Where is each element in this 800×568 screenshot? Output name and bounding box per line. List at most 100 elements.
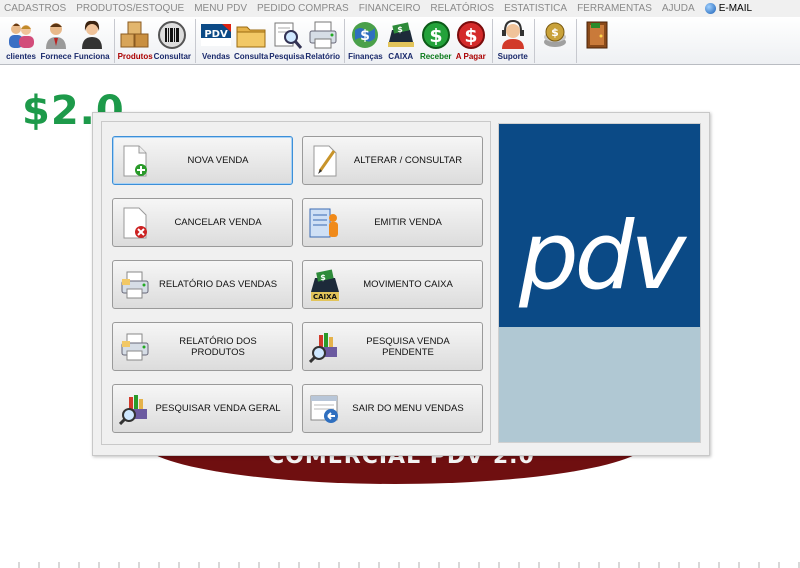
printer-icon: [118, 327, 152, 367]
menu-email[interactable]: E-MAIL: [704, 3, 753, 14]
toolbar-suporte-button[interactable]: Suporte: [496, 17, 530, 65]
toolbar-vendas-label: Vendas: [202, 52, 231, 61]
menu-email-label: E-MAIL: [718, 3, 753, 14]
printer-icon: [306, 19, 340, 51]
support-icon: [496, 19, 530, 51]
toolbar-pesquisa-label: Pesquisa: [269, 52, 305, 61]
coins-icon: $: [538, 19, 572, 51]
toolbar-suporte-label: Suporte: [497, 52, 528, 61]
menu-cadastros[interactable]: CADASTROS: [4, 3, 66, 14]
toolbar-separator: [575, 19, 577, 63]
pdv-logo: pdv: [498, 123, 701, 443]
search-items-icon: [118, 389, 152, 429]
toolbar-financas-label: Finanças: [348, 52, 383, 61]
edit-document-icon: [308, 141, 342, 181]
caixa-icon-label: CAIXA: [313, 293, 338, 301]
toolbar-relatorio-button[interactable]: Relatório: [305, 17, 340, 65]
toolbar-caixa-button[interactable]: $ CAIXA: [384, 17, 418, 65]
toolbar-exit-button[interactable]: [580, 17, 614, 65]
globe-icon: [704, 3, 716, 14]
alterar-consultar-button[interactable]: ALTERAR / CONSULTAR: [302, 136, 483, 185]
toolbar-consulta-button[interactable]: Consulta: [234, 17, 268, 65]
pdv-menu-dialog: NOVA VENDA ALTERAR / CONSULTAR CANCELAR …: [92, 112, 710, 456]
relatorio-produtos-label: RELATÓRIO DOS PRODUTOS: [179, 335, 257, 358]
toolbar-coins-button[interactable]: $: [538, 17, 572, 65]
toolbar-separator: [113, 19, 115, 63]
menu-ferramentas[interactable]: FERRAMENTAS: [577, 3, 652, 14]
toolbar-financas-button[interactable]: $ Finanças: [348, 17, 383, 65]
employee-icon: [75, 19, 109, 51]
cancel-document-icon: [118, 203, 152, 243]
cash-register-icon: $: [384, 19, 418, 51]
toolbar-consultar-label: Consultar: [153, 52, 192, 61]
toolbar-consulta-label: Consulta: [234, 52, 269, 61]
svg-text:$: $: [361, 28, 371, 44]
relatorio-vendas-button[interactable]: RELATÓRIO DAS VENDAS: [112, 260, 293, 309]
pdv-logo-text: pdv: [519, 202, 686, 311]
barcode-icon: [155, 19, 189, 51]
issue-sale-icon: [308, 203, 342, 243]
pesquisa-pendente-button[interactable]: PESQUISA VENDA PENDENTE: [302, 322, 483, 371]
toolbar-fornece-button[interactable]: Fornece: [39, 17, 73, 65]
search-items-icon: [308, 327, 342, 367]
pesquisar-geral-button[interactable]: PESQUISAR VENDA GERAL: [112, 384, 293, 433]
toolbar-separator: [533, 19, 535, 63]
pesquisar-geral-label: PESQUISAR VENDA GERAL: [155, 403, 281, 414]
menu-relatorios[interactable]: RELATÓRIOS: [430, 3, 494, 14]
menu-financeiro[interactable]: FINANCEIRO: [359, 3, 421, 14]
toolbar-apagar-label: A Pagar: [455, 52, 486, 61]
menu-ajuda[interactable]: AJUDA: [662, 3, 695, 14]
toolbar-pesquisa-button[interactable]: Pesquisa: [269, 17, 304, 65]
toolbar-clientes-label: clientes: [6, 52, 36, 61]
toolbar-receber-label: Receber: [419, 52, 452, 61]
toolbar-consultar-button[interactable]: Consultar: [154, 17, 191, 65]
exit-door-icon: [580, 19, 614, 51]
menu-bar: CADASTROS PRODUTOS/ESTOQUE MENU PDV PEDI…: [0, 0, 800, 17]
supplier-icon: [39, 19, 73, 51]
toolbar-separator: [491, 19, 493, 63]
movimento-caixa-button[interactable]: $ CAIXA MOVIMENTO CAIXA: [302, 260, 483, 309]
toolbar-relatorio-label: Relatório: [305, 52, 341, 61]
nova-venda-button[interactable]: NOVA VENDA: [112, 136, 293, 185]
app-window: CADASTROS PRODUTOS/ESTOQUE MENU PDV PEDI…: [0, 0, 800, 568]
menu-pdv[interactable]: MENU PDV: [194, 3, 247, 14]
magnifier-icon: [270, 19, 304, 51]
exit-list-icon: [308, 389, 342, 429]
folder-icon: [234, 19, 268, 51]
toolbar-funciona-button[interactable]: Funciona: [74, 17, 110, 65]
emitir-venda-button[interactable]: EMITIR VENDA: [302, 198, 483, 247]
pesquisa-pendente-label: PESQUISA VENDA PENDENTE: [366, 335, 450, 358]
toolbar-caixa-label: CAIXA: [388, 52, 414, 61]
toolbar-fornece-label: Fornece: [40, 52, 72, 61]
clients-icon: [4, 19, 38, 51]
menu-estatistica[interactable]: ESTATISTICA: [504, 3, 567, 14]
cancelar-venda-label: CANCELAR VENDA: [174, 217, 262, 228]
cancelar-venda-button[interactable]: CANCELAR VENDA: [112, 198, 293, 247]
cash-register-icon: $ CAIXA: [308, 265, 342, 305]
menu-produtos-estoque[interactable]: PRODUTOS/ESTOQUE: [76, 3, 184, 14]
toolbar-clientes-button[interactable]: clientes: [4, 17, 38, 65]
pdv-logo-bottom: [499, 327, 700, 442]
toolbar-vendas-button[interactable]: PDV Vendas: [199, 17, 233, 65]
toolbar-produtos-button[interactable]: Produtos: [118, 17, 153, 65]
toolbar-apagar-button[interactable]: $ A Pagar: [454, 17, 488, 65]
sair-menu-button[interactable]: SAIR DO MENU VENDAS: [302, 384, 483, 433]
toolbar-receber-button[interactable]: $ Receber: [419, 17, 453, 65]
nova-venda-label: NOVA VENDA: [187, 155, 249, 166]
toolbar-produtos-label: Produtos: [117, 52, 153, 61]
pdv-icon: PDV: [199, 19, 233, 51]
menu-pedido-compras[interactable]: PEDIDO COMPRAS: [257, 3, 349, 14]
dollar-green-icon: $: [419, 19, 453, 51]
movimento-caixa-label: MOVIMENTO CAIXA: [363, 279, 453, 290]
pdv-button-panel: NOVA VENDA ALTERAR / CONSULTAR CANCELAR …: [101, 121, 491, 445]
svg-text:$: $: [397, 25, 403, 34]
emitir-venda-label: EMITIR VENDA: [374, 217, 442, 228]
dollar-red-icon: $: [454, 19, 488, 51]
relatorio-produtos-button[interactable]: RELATÓRIO DOS PRODUTOS: [112, 322, 293, 371]
globe-money-icon: $: [348, 19, 382, 51]
toolbar-funciona-label: Funciona: [74, 52, 110, 61]
svg-text:$: $: [551, 26, 559, 39]
toolbar-separator: [344, 19, 346, 63]
pdv-icon-text: PDV: [204, 29, 228, 40]
boxes-icon: [118, 19, 152, 51]
